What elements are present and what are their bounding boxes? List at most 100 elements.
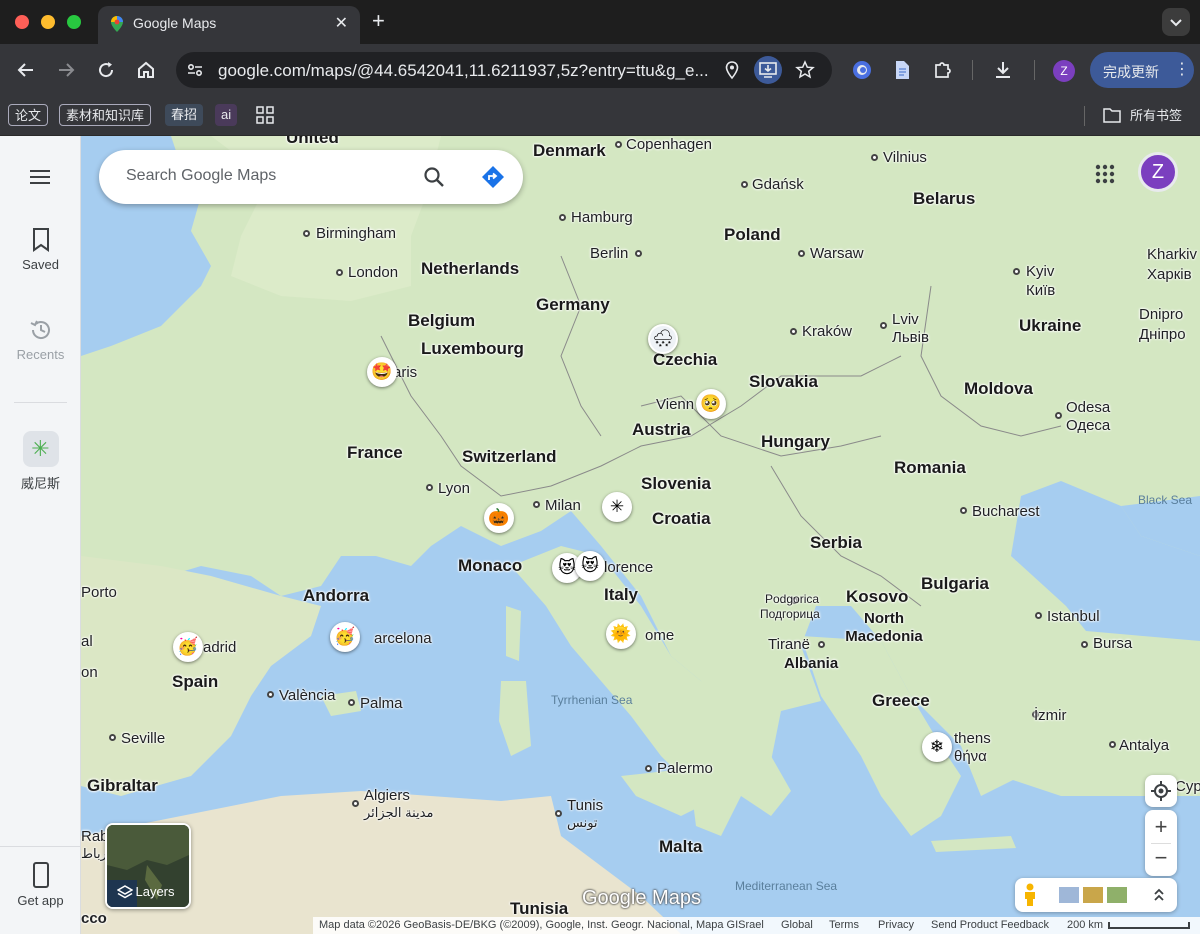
all-bookmarks[interactable]: 所有书签 [1130, 105, 1182, 124]
city-dot [880, 322, 887, 329]
maximize-window-button[interactable] [67, 15, 81, 29]
map-data-attribution[interactable]: Map data ©2026 GeoBasis-DE/BKG (©2009), … [319, 919, 764, 931]
city-label: Hamburg [571, 209, 633, 226]
get-app-button[interactable]: Get app [0, 861, 81, 908]
bookmarks-bar: 论文 素材和知识库 春招 ai 所有书签 [0, 96, 1200, 136]
city-dot [533, 501, 540, 508]
saved-place-pin-rome[interactable]: 🌞 [606, 619, 636, 649]
toolbar-divider [1034, 60, 1035, 80]
install-app-button[interactable] [754, 56, 782, 84]
country-label: Belgium [408, 311, 476, 330]
forward-icon[interactable] [54, 58, 78, 82]
install-icon [759, 62, 777, 78]
extensions-puzzle-icon[interactable] [931, 58, 955, 82]
city-dot [559, 214, 566, 221]
google-maps-logo: Google Maps [582, 887, 701, 909]
google-apps-icon[interactable] [1093, 162, 1117, 186]
zoom-out-button[interactable]: − [1145, 844, 1177, 874]
saved-place-pin-paris[interactable]: 🤩 [367, 357, 397, 387]
country-label: Gibraltar [87, 776, 158, 795]
back-icon[interactable] [14, 58, 38, 82]
country-label: Malta [659, 837, 703, 856]
finish-update-button[interactable]: 完成更新 ⋮ [1090, 52, 1194, 88]
saved-place-pin-prague[interactable]: 🌨 [648, 324, 678, 354]
saved-place-pin-turin[interactable]: 🎃 [484, 503, 514, 533]
terms-link[interactable]: Terms [829, 919, 859, 931]
url-text[interactable]: google.com/maps/@44.6542041,11.6211937,5… [218, 61, 709, 81]
country-label: United [286, 136, 339, 147]
city-label: Kraków [802, 323, 853, 340]
city-dot [348, 699, 355, 706]
city-dot [960, 507, 967, 514]
menu-icon[interactable] [29, 169, 51, 185]
zoom-in-button[interactable]: + [1145, 812, 1177, 842]
imagery-thumb[interactable] [1083, 887, 1103, 903]
location-icon[interactable] [722, 60, 742, 80]
saved-place-pin-venice[interactable]: ✳ [602, 492, 632, 522]
imagery-thumb[interactable] [1059, 887, 1079, 903]
apps-grid-icon[interactable] [256, 106, 274, 124]
new-tab-icon[interactable]: + [372, 10, 385, 32]
city-dot [336, 269, 343, 276]
city-dot [352, 800, 359, 807]
recents-button[interactable]: Recents [0, 317, 81, 362]
tab-search-button[interactable] [1162, 8, 1190, 36]
bookmarks-divider [1084, 106, 1085, 126]
address-bar[interactable]: google.com/maps/@44.6542041,11.6211937,5… [176, 52, 832, 88]
saved-place-pin-florence[interactable]: 😻 [575, 551, 605, 581]
saved-place-pin-athens[interactable]: ❄ [922, 732, 952, 762]
extension-circle-icon[interactable] [850, 58, 874, 82]
city-dot [741, 181, 748, 188]
account-avatar[interactable]: Z [1138, 152, 1178, 192]
close-window-button[interactable] [15, 15, 29, 29]
tab-google-maps[interactable]: Google Maps ✕ [98, 6, 360, 44]
more-menu-icon[interactable]: ⋮ [1174, 59, 1190, 79]
home-icon[interactable] [134, 58, 158, 82]
city-label: arcelona [374, 630, 432, 647]
directions-icon[interactable] [481, 165, 505, 189]
city-label: thens [954, 730, 991, 747]
global-link[interactable]: Global [781, 919, 813, 931]
layers-button[interactable]: Layers [105, 823, 191, 909]
bookmark-materials[interactable]: 素材和知识库 [59, 104, 152, 126]
bookmark-spring-recruit[interactable]: 春招 [165, 104, 204, 126]
minimize-window-button[interactable] [41, 15, 55, 29]
browser-window: Google Maps ✕ + google.com/maps/@44.6542… [0, 0, 1200, 934]
extension-doc-icon[interactable] [890, 58, 914, 82]
send-feedback-link[interactable]: Send Product Feedback [931, 919, 1049, 931]
saved-place-pin-vienna[interactable]: 🥺 [696, 389, 726, 419]
chevron-up-icon[interactable] [1153, 888, 1165, 902]
search-input[interactable]: Search Google Maps [126, 167, 276, 185]
bookmark-ai[interactable]: ai [215, 104, 238, 126]
bookmark-star-icon[interactable] [795, 60, 815, 80]
country-label: Croatia [652, 509, 711, 528]
city-label: Lviv [892, 311, 919, 328]
scale-label[interactable]: 200 km [1067, 919, 1103, 931]
list-name-label: 威尼斯 [20, 476, 60, 491]
site-info-icon[interactable] [186, 61, 204, 79]
city-label: رباط [81, 846, 107, 861]
profile-avatar[interactable]: Z [1053, 60, 1075, 82]
pegman-icon[interactable] [1023, 883, 1037, 907]
download-icon[interactable] [991, 58, 1015, 82]
search-box[interactable]: Search Google Maps [99, 150, 523, 204]
reload-icon[interactable] [94, 58, 118, 82]
saved-place-pin-madrid[interactable]: 🥳 [173, 632, 203, 662]
maps-pin-icon [111, 16, 123, 32]
saved-place-pin-barcelona[interactable]: 🥳 [330, 622, 360, 652]
my-location-button[interactable] [1145, 775, 1177, 807]
search-icon[interactable] [423, 166, 445, 188]
privacy-link[interactable]: Privacy [878, 919, 914, 931]
city-label: θήνα [954, 748, 987, 765]
saved-button[interactable]: Saved [0, 227, 81, 272]
country-label: Netherlands [421, 259, 520, 278]
city-dot [645, 765, 652, 772]
city-label: Copenhagen [626, 136, 712, 153]
close-tab-icon[interactable]: ✕ [335, 13, 348, 33]
saved-list-venice[interactable]: ✳ 威尼斯 [0, 431, 81, 492]
city-label: تونس [567, 815, 598, 830]
city-dot [790, 328, 797, 335]
bookmark-papers[interactable]: 论文 [8, 104, 49, 126]
map-canvas[interactable]: United Denmark Belarus Poland Netherland… [81, 136, 1200, 934]
imagery-thumb[interactable] [1107, 887, 1127, 903]
